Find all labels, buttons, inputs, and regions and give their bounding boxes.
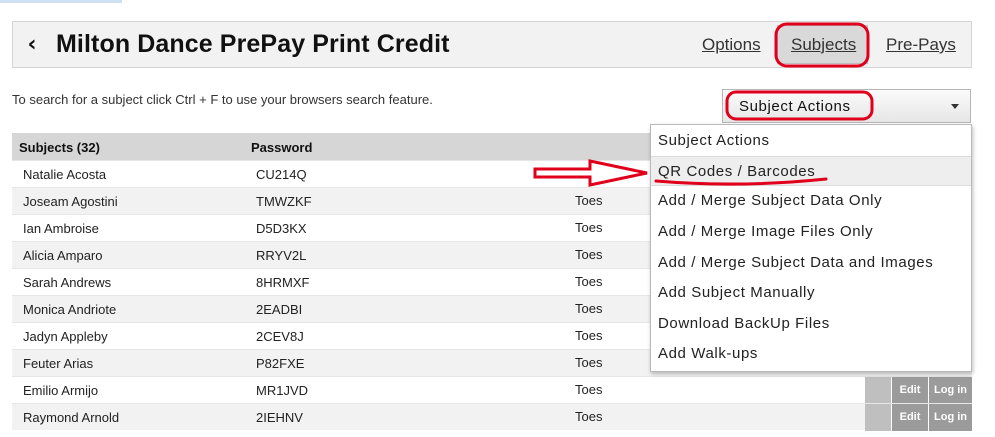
subject-password: D5D3KX xyxy=(256,221,307,236)
subject-password: RRYV2L xyxy=(256,248,307,263)
subject-group: Toes xyxy=(575,409,603,424)
menu-item-add-subject-manually[interactable]: Add Subject Manually xyxy=(651,278,971,308)
top-tab-indicator xyxy=(0,0,122,3)
subject-password: 2IEHNV xyxy=(256,410,303,425)
caret-down-icon xyxy=(951,104,959,109)
subject-group: Toes xyxy=(575,247,603,262)
page-title: Milton Dance PrePay Print Credit xyxy=(56,30,450,58)
nav-prepays-link[interactable]: Pre-Pays xyxy=(886,35,956,55)
subject-actions-menu: Subject Actions QR Codes / Barcodes Add … xyxy=(650,124,972,372)
menu-item-add-merge-image-files[interactable]: Add / Merge Image Files Only xyxy=(651,217,971,247)
subject-actions-selected: Subject Actions xyxy=(739,98,851,115)
subject-group: Toes xyxy=(575,220,603,235)
subject-name: Natalie Acosta xyxy=(23,167,107,182)
table-row: Raymond Arnold 2IEHNV Toes Edit Log in xyxy=(12,403,972,431)
subject-name: Joseam Agostini xyxy=(23,194,118,209)
subject-name: Monica Andriote xyxy=(23,302,117,317)
subject-name: Ian Ambroise xyxy=(23,221,99,236)
column-header-subjects: Subjects (32) xyxy=(19,140,100,155)
subject-name: Emilio Armijo xyxy=(23,383,99,398)
subject-group: Toes xyxy=(575,301,603,316)
column-header-password: Password xyxy=(251,140,313,155)
subject-password: TMWZKF xyxy=(256,194,312,209)
subject-name: Sarah Andrews xyxy=(23,275,112,290)
subject-group: Toes xyxy=(575,355,603,370)
menu-item-add-walk-ups[interactable]: Add Walk-ups xyxy=(651,339,971,369)
log-in-button[interactable]: Log in xyxy=(928,404,972,431)
subject-group: Toes xyxy=(575,193,603,208)
nav-options-link[interactable]: Options xyxy=(702,35,761,55)
table-row: Emilio Armijo MR1JVD Toes Edit Log in xyxy=(12,376,972,404)
subject-group: Toes xyxy=(575,166,603,181)
search-hint: To search for a subject click Ctrl + F t… xyxy=(12,92,433,107)
subject-password: 2CEV8J xyxy=(256,329,304,344)
edit-button[interactable]: Edit xyxy=(891,377,928,404)
nav-subjects-link[interactable]: Subjects xyxy=(791,35,856,55)
subject-password: CU214Q xyxy=(256,167,307,182)
subject-group: Toes xyxy=(575,328,603,343)
subject-name: Feuter Arias xyxy=(23,356,94,371)
subject-password: P82FXE xyxy=(256,356,305,371)
page-header: ‹ Milton Dance PrePay Print Credit Optio… xyxy=(12,21,972,68)
edit-button[interactable]: Edit xyxy=(891,404,928,431)
row-action-spacer xyxy=(865,404,891,431)
subject-name: Jadyn Appleby xyxy=(23,329,108,344)
menu-item-add-merge-subject-data[interactable]: Add / Merge Subject Data Only xyxy=(651,186,971,216)
subject-password: 8HRMXF xyxy=(256,275,310,290)
subject-group: Toes xyxy=(575,382,603,397)
row-action-spacer xyxy=(865,377,891,404)
row-actions: Edit Log in xyxy=(865,377,972,404)
row-actions: Edit Log in xyxy=(865,404,972,431)
menu-item-add-merge-data-and-images[interactable]: Add / Merge Subject Data and Images xyxy=(651,248,971,278)
subject-password: 2EADBI xyxy=(256,302,303,317)
subject-actions-select[interactable]: Subject Actions xyxy=(722,89,971,123)
menu-item-download-backup-files[interactable]: Download BackUp Files xyxy=(651,309,971,339)
back-chevron-icon[interactable]: ‹ xyxy=(21,32,43,58)
subject-name: Raymond Arnold xyxy=(23,410,120,425)
log-in-button[interactable]: Log in xyxy=(928,377,972,404)
subject-group: Toes xyxy=(575,274,603,289)
subject-name: Alicia Amparo xyxy=(23,248,103,263)
menu-item-qr-codes-barcodes[interactable]: QR Codes / Barcodes xyxy=(651,156,971,186)
subject-password: MR1JVD xyxy=(256,383,309,398)
menu-item-subject-actions[interactable]: Subject Actions xyxy=(651,126,971,156)
